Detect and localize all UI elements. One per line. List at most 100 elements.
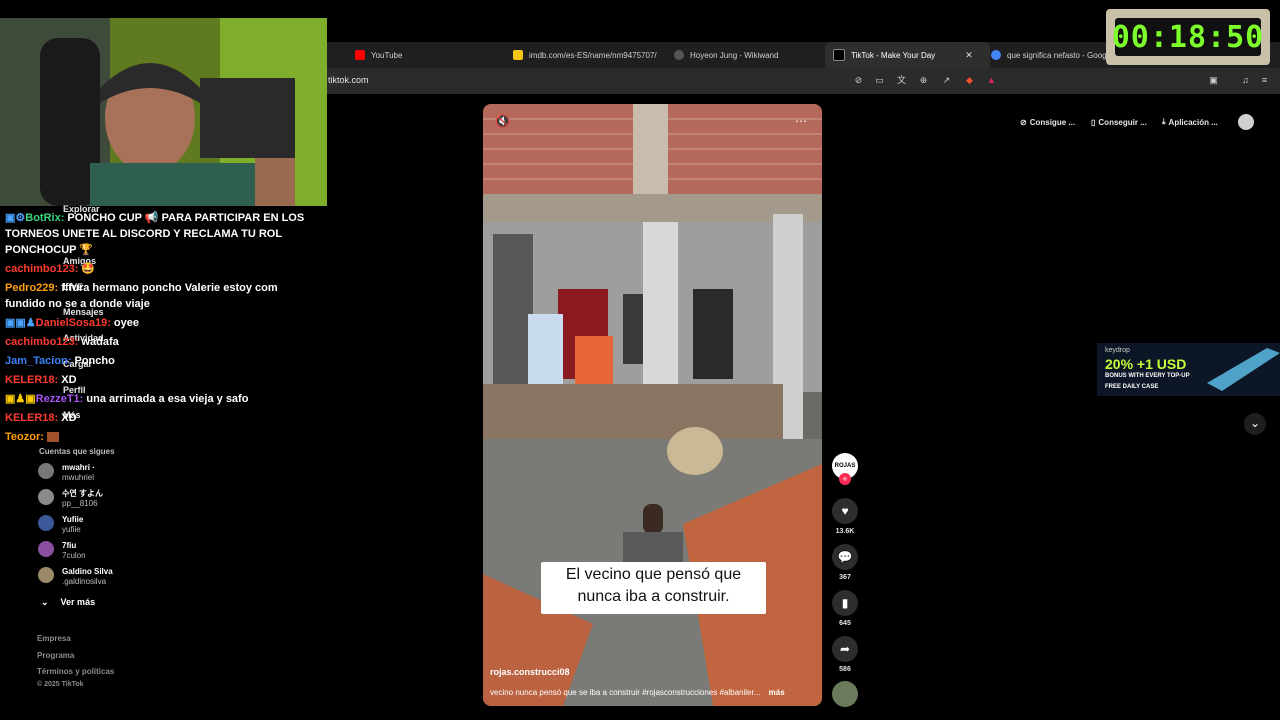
chat-text: oyee bbox=[110, 317, 139, 329]
rewards-icon[interactable]: ▲ bbox=[986, 75, 997, 86]
chat-username: KELER18: bbox=[5, 374, 59, 386]
google-icon bbox=[991, 50, 1001, 60]
share-button[interactable]: ➦ 586 bbox=[832, 636, 858, 673]
music-disc[interactable] bbox=[832, 681, 858, 707]
tab-youtube[interactable]: YouTube bbox=[355, 42, 402, 68]
caption-line: nunca iba a construir. bbox=[577, 588, 730, 605]
no-cast-icon[interactable]: ⊘ bbox=[853, 75, 864, 86]
close-tab-icon[interactable]: ✕ bbox=[965, 50, 973, 61]
following-item[interactable]: mwahri · mwuhriel bbox=[38, 463, 95, 483]
avatar bbox=[38, 515, 54, 531]
chat-text: wadafa bbox=[78, 336, 119, 348]
desktop-app-button[interactable]: ⤓ Aplicación ... bbox=[1162, 113, 1218, 131]
menu-icon[interactable]: ≡ bbox=[1259, 75, 1270, 86]
chat-username: DanielSosa19: bbox=[35, 317, 111, 329]
music-icon[interactable]: ♫ bbox=[1240, 75, 1251, 86]
address-bar bbox=[327, 68, 1280, 94]
chat-message: Teozor: bbox=[5, 429, 305, 445]
imdb-icon bbox=[513, 50, 523, 60]
tab-imdb[interactable]: imdb.com/es-ES/name/nm9475707/ bbox=[513, 42, 657, 68]
chat-username: Pedro229: bbox=[5, 282, 59, 294]
share-arrow-icon: ➦ bbox=[832, 636, 858, 662]
avatar bbox=[38, 489, 54, 505]
tab-label: que significa nefasto - Googl bbox=[1007, 50, 1109, 60]
chat-username: RezzeT1: bbox=[35, 393, 84, 405]
video-description: vecino nunca pensó que se iba a construi… bbox=[490, 688, 785, 697]
footer-empresa[interactable]: Empresa bbox=[37, 634, 71, 643]
url-field[interactable]: tiktok.com bbox=[328, 75, 369, 85]
following-name: 7fiu bbox=[62, 541, 77, 550]
sidebar-icon[interactable]: ▣ bbox=[1208, 75, 1219, 86]
badge-icon: ▣▣♟ bbox=[5, 317, 36, 329]
chevron-down-icon: ⌄ bbox=[41, 597, 49, 607]
tab-tiktok[interactable]: TikTok - Make Your Day ✕ bbox=[825, 42, 990, 68]
save-button[interactable]: ▮ 645 bbox=[832, 590, 858, 627]
zoom-icon[interactable]: ⊕ bbox=[918, 75, 929, 86]
avatar bbox=[38, 567, 54, 583]
footer-programa[interactable]: Programa bbox=[37, 651, 74, 660]
comment-count: 367 bbox=[839, 574, 851, 581]
get-coins-button[interactable]: ⊘ Consigue ... bbox=[1020, 113, 1075, 131]
comment-button[interactable]: 💬 367 bbox=[832, 544, 858, 581]
wikiwand-icon bbox=[674, 50, 684, 60]
chevron-down-icon: ⌄ bbox=[1249, 416, 1261, 430]
ad-subtext: BONUS WITH EVERY TOP-UP bbox=[1105, 373, 1190, 379]
chat-username: cachimbo123: bbox=[5, 336, 79, 348]
brave-shield-icon[interactable]: ◆ bbox=[964, 75, 975, 86]
ad-cta: FREE DAILY CASE bbox=[1105, 384, 1159, 390]
following-name: 수연 すよん bbox=[62, 489, 103, 498]
video-author[interactable]: rojas.construcci08 bbox=[490, 667, 570, 677]
chat-message: ▣▣♟DanielSosa19: oyee bbox=[5, 315, 305, 331]
follow-plus-icon[interactable]: + bbox=[839, 473, 851, 485]
following-name: Yufiie bbox=[62, 515, 84, 524]
following-item[interactable]: 7fiu 7culon bbox=[38, 541, 86, 561]
share-icon[interactable]: ↗ bbox=[941, 75, 952, 86]
tab-label: YouTube bbox=[371, 50, 403, 60]
more-options-icon[interactable]: ⋯ bbox=[795, 114, 807, 128]
scroll-down-button[interactable]: ⌄ bbox=[1244, 413, 1266, 435]
tab-label: Hoyeon Jung - Wikiwand bbox=[690, 50, 779, 60]
comment-icon: 💬 bbox=[832, 544, 858, 570]
chat-message: cachimbo123: wadafa bbox=[5, 334, 305, 350]
following-item[interactable]: 수연 すよん pp__8106 bbox=[38, 489, 103, 509]
tab-wikiwand[interactable]: Hoyeon Jung - Wikiwand bbox=[674, 42, 778, 68]
following-handle: mwuhriel bbox=[62, 473, 95, 482]
author-avatar-button[interactable]: ROJAS + bbox=[832, 453, 858, 485]
chat-username: Teozor: bbox=[5, 431, 44, 443]
coin-icon: ⊘ bbox=[1020, 117, 1027, 127]
tab-label: TikTok - Make Your Day bbox=[851, 50, 936, 60]
following-handle: 7culon bbox=[62, 551, 86, 560]
ad-brand: keydrop bbox=[1105, 347, 1130, 354]
like-button[interactable]: ♥ 13.6K bbox=[832, 498, 858, 535]
following-item[interactable]: Galdino Silva .galdinosilva bbox=[38, 567, 113, 587]
share-count: 586 bbox=[839, 666, 851, 673]
music-disc-icon bbox=[832, 681, 858, 707]
keydrop-ad[interactable]: keydrop 20% +1 USD BONUS WITH EVERY TOP-… bbox=[1097, 343, 1280, 396]
profile-avatar[interactable] bbox=[1238, 114, 1254, 130]
get-app-button[interactable]: ▯ Conseguir ... bbox=[1091, 113, 1147, 131]
button-label: Aplicación ... bbox=[1168, 117, 1218, 127]
video-player[interactable]: 🔇 ⋯ bbox=[483, 104, 822, 706]
following-handle: .galdinosilva bbox=[62, 577, 107, 586]
footer-terminos[interactable]: Términos y políticas bbox=[37, 667, 114, 676]
tab-google[interactable]: que significa nefasto - Googl bbox=[991, 42, 1108, 68]
chat-message: KELER18: XD bbox=[5, 410, 305, 426]
more-link[interactable]: más bbox=[769, 688, 785, 697]
download-icon: ⤓ bbox=[1162, 117, 1166, 126]
chat-message: ▣♟▣RezzeT1: una arrimada a esa vieja y s… bbox=[5, 391, 305, 407]
screen-icon[interactable]: ▭ bbox=[874, 75, 885, 86]
translate-icon[interactable]: 文 bbox=[896, 75, 907, 86]
caption-line: El vecino que pensó que bbox=[565, 566, 742, 583]
chat-message: cachimbo123: 🤩 bbox=[5, 261, 305, 277]
phone-icon: ▯ bbox=[1091, 117, 1096, 127]
mute-icon[interactable]: 🔇 bbox=[495, 114, 510, 128]
chat-message: KELER18: XD bbox=[5, 372, 305, 388]
chat-text: una arrimada a esa vieja y safo bbox=[83, 393, 249, 405]
chat-text: XD bbox=[58, 374, 77, 386]
tiktok-icon bbox=[833, 49, 845, 61]
following-item[interactable]: Yufiie yufiie bbox=[38, 515, 83, 535]
following-handle: pp__8106 bbox=[62, 499, 98, 508]
button-label: Conseguir ... bbox=[1098, 117, 1147, 127]
see-more-button[interactable]: ⌄ Ver más bbox=[41, 597, 95, 608]
video-frame bbox=[483, 104, 822, 706]
